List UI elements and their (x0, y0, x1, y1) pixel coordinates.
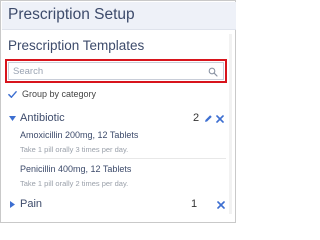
category-count: 2 (193, 112, 200, 124)
template-instructions: Take 1 pill orally 2 times per day. (20, 179, 129, 188)
pencil-icon[interactable] (204, 114, 213, 123)
scrollbar[interactable] (229, 34, 232, 214)
template-item-penicillin[interactable]: Penicillin 400mg, 12 Tablets Take 1 pill… (20, 164, 225, 188)
divider (20, 158, 226, 159)
prescription-setup-panel: Prescription Setup Prescription Template… (0, 0, 236, 223)
close-icon[interactable] (217, 201, 225, 209)
search-box (8, 62, 224, 80)
chevron-right-icon[interactable] (10, 201, 15, 208)
search-highlight (5, 59, 227, 83)
template-item-amoxicillin[interactable]: Amoxicillin 200mg, 12 Tablets Take 1 pil… (20, 130, 225, 154)
section-title: Prescription Templates (8, 38, 145, 53)
page-title: Prescription Setup (8, 6, 135, 23)
search-icon[interactable] (208, 67, 218, 77)
category-label: Antibiotic (20, 112, 65, 124)
category-row-antibiotic[interactable]: Antibiotic 2 (7, 111, 231, 127)
search-input[interactable] (9, 63, 223, 79)
category-label: Pain (20, 198, 43, 210)
group-by-category-label: Group by category (22, 89, 97, 99)
template-name: Amoxicillin 200mg, 12 Tablets (20, 130, 139, 140)
chevron-down-icon[interactable] (9, 116, 16, 121)
template-name: Penicillin 400mg, 12 Tablets (20, 164, 132, 174)
checkmark-icon (8, 90, 17, 98)
close-icon[interactable] (216, 115, 224, 123)
group-by-category-toggle[interactable]: Group by category (8, 88, 96, 100)
category-row-pain[interactable]: Pain 1 (7, 197, 231, 213)
panel-header: Prescription Setup (2, 2, 236, 30)
template-instructions: Take 1 pill orally 3 times per day. (20, 145, 129, 154)
category-count: 1 (191, 198, 198, 210)
